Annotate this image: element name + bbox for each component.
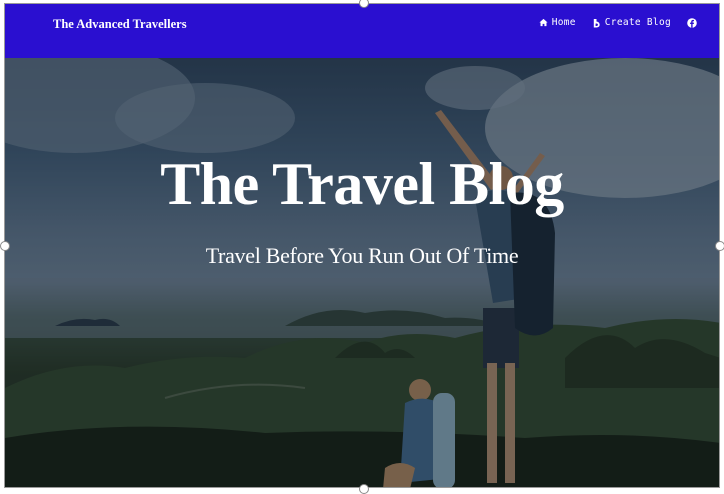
- nav-links: Home Create Blog: [539, 17, 697, 28]
- resize-handle-right[interactable]: [715, 241, 724, 251]
- nav-create-blog-label: Create Blog: [604, 17, 671, 28]
- nav-create-blog-link[interactable]: Create Blog: [592, 17, 671, 28]
- resize-handle-bottom[interactable]: [359, 484, 369, 494]
- home-icon: [539, 18, 548, 27]
- hero-title: The Travel Blog: [160, 151, 564, 217]
- brand-link[interactable]: The Advanced Travellers: [53, 17, 187, 32]
- nav-facebook-link[interactable]: [687, 17, 697, 28]
- nav-home-label: Home: [551, 17, 576, 28]
- hero-banner: The Travel Blog Travel Before You Run Ou…: [5, 58, 719, 487]
- blog-icon: [593, 18, 600, 27]
- page-frame: The Advanced Travellers Home Create Blog: [4, 3, 720, 488]
- facebook-icon: [687, 17, 697, 28]
- nav-home-link[interactable]: Home: [539, 17, 576, 28]
- top-navbar: The Advanced Travellers Home Create Blog: [5, 4, 719, 58]
- resize-handle-left[interactable]: [0, 241, 10, 251]
- hero-subtitle: Travel Before You Run Out Of Time: [205, 243, 519, 268]
- hero-dark-overlay: [5, 58, 719, 487]
